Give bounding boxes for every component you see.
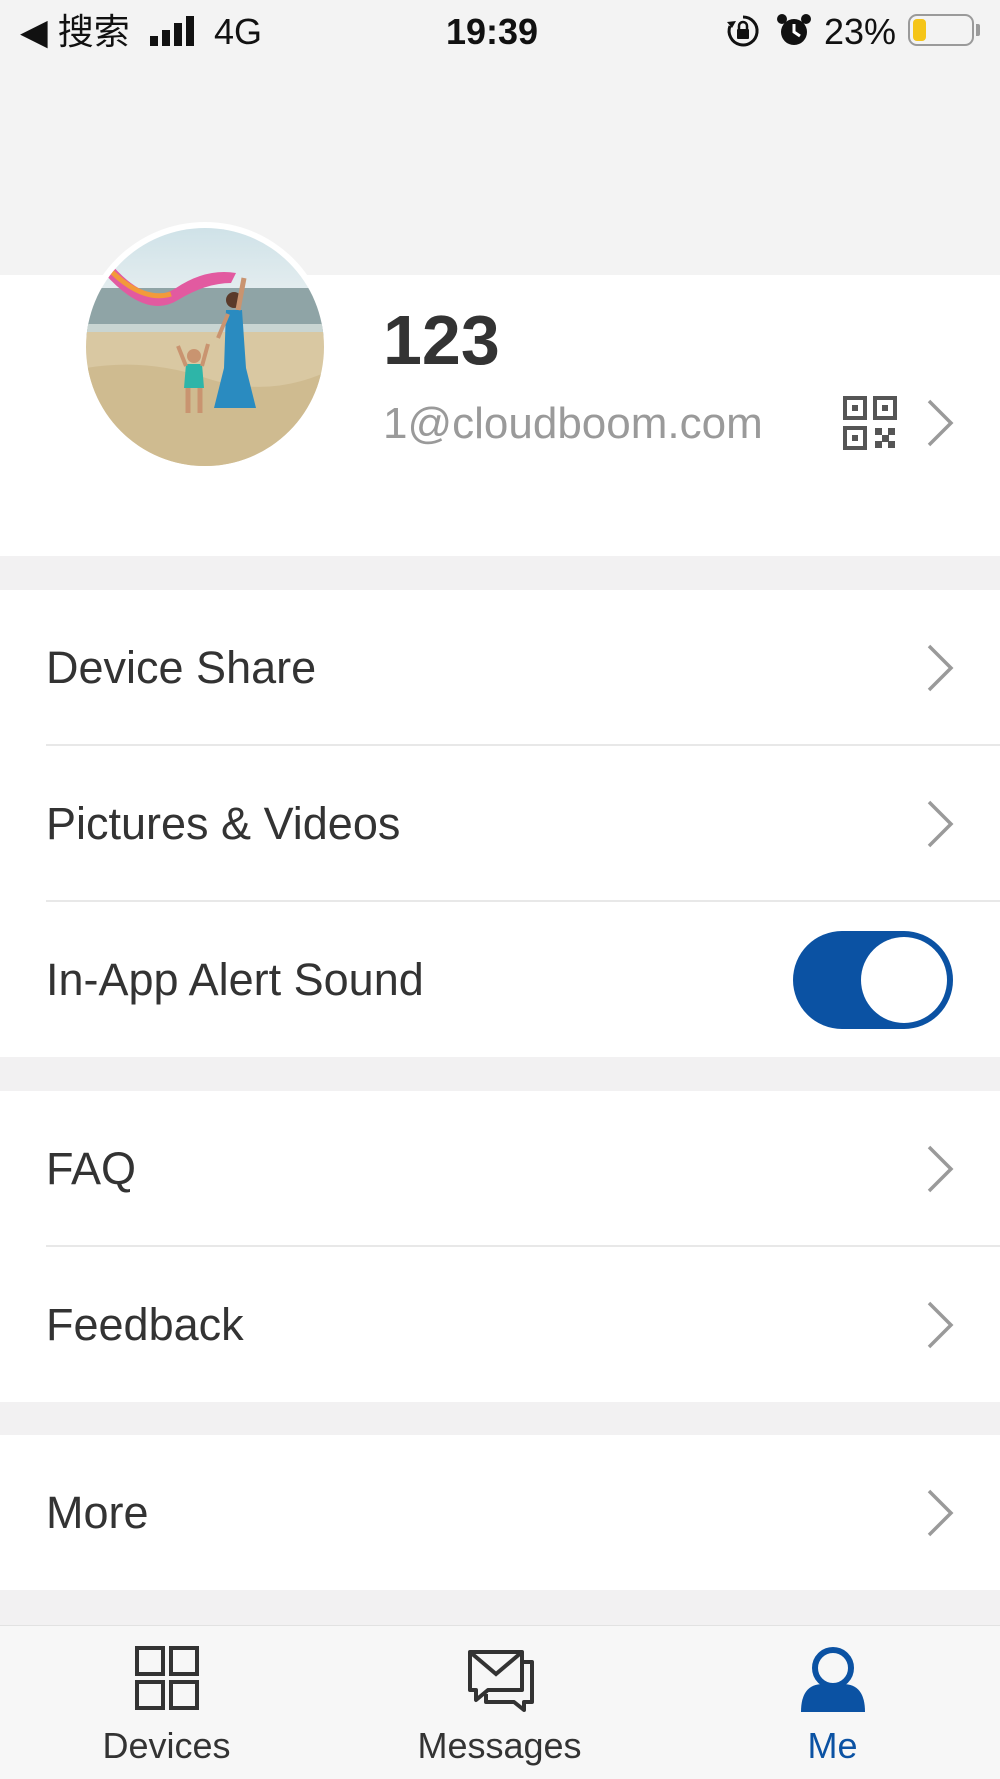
menu-item-feedback[interactable]: Feedback bbox=[0, 1247, 1000, 1403]
beach-photo bbox=[86, 228, 324, 466]
chevron-right-icon bbox=[927, 800, 954, 848]
qr-code-icon[interactable] bbox=[842, 395, 898, 451]
chevron-right-icon bbox=[927, 1489, 954, 1536]
chevron-right-icon bbox=[927, 1145, 954, 1193]
avatar[interactable] bbox=[86, 228, 324, 466]
toggle-knob bbox=[861, 937, 947, 1023]
menu-item-alert-sound: In-App Alert Sound bbox=[0, 902, 1000, 1058]
menu-item-pictures-videos[interactable]: Pictures & Videos bbox=[0, 746, 1000, 902]
menu-item-faq[interactable]: FAQ bbox=[0, 1091, 1000, 1247]
chevron-right-icon bbox=[927, 1301, 954, 1349]
battery-icon bbox=[908, 14, 974, 46]
network-type: 4G bbox=[214, 11, 263, 52]
person-icon bbox=[800, 1647, 865, 1712]
chevron-right-icon bbox=[927, 644, 954, 692]
menu-item-more[interactable]: More bbox=[0, 1435, 1000, 1590]
settings-section-2: FAQ Feedback bbox=[0, 1091, 1000, 1402]
more-label: More bbox=[46, 1486, 149, 1538]
tab-devices[interactable]: Devices bbox=[0, 1626, 333, 1779]
tab-messages-label: Messages bbox=[417, 1725, 582, 1766]
profile-chevron-right-icon[interactable] bbox=[925, 397, 955, 449]
tab-messages[interactable]: Messages bbox=[333, 1626, 666, 1779]
tab-devices-label: Devices bbox=[102, 1725, 231, 1766]
alarm-icon bbox=[777, 14, 811, 45]
settings-section-3: More bbox=[0, 1435, 1000, 1590]
signal-icon bbox=[150, 16, 194, 46]
menu-item-device-share[interactable]: Device Share bbox=[0, 590, 1000, 746]
status-bar: ◀ 搜索 4G 19:39 23% bbox=[0, 0, 1000, 70]
tab-me[interactable]: Me bbox=[666, 1626, 999, 1779]
battery-percent: 23% bbox=[824, 11, 897, 52]
pictures-videos-label: Pictures & Videos bbox=[46, 798, 401, 849]
battery-tip bbox=[976, 24, 980, 36]
alert-sound-label: In-App Alert Sound bbox=[46, 954, 424, 1005]
tab-me-label: Me bbox=[807, 1725, 858, 1766]
settings-section-1: Device Share Pictures & Videos In-App Al… bbox=[0, 590, 1000, 1057]
rotation-lock-icon bbox=[727, 15, 759, 47]
alert-sound-toggle[interactable] bbox=[793, 931, 953, 1029]
tab-bar: Devices Messages Me bbox=[0, 1625, 1000, 1779]
back-to-search[interactable]: ◀ 搜索 bbox=[20, 12, 130, 52]
user-email: 1@cloudboom.com bbox=[383, 399, 763, 448]
faq-label: FAQ bbox=[46, 1143, 137, 1194]
feedback-label: Feedback bbox=[46, 1299, 244, 1350]
messages-icon bbox=[467, 1650, 534, 1712]
device-share-label: Device Share bbox=[46, 642, 317, 693]
clock: 19:39 bbox=[446, 11, 539, 52]
username: 123 bbox=[383, 301, 500, 379]
grid-icon bbox=[134, 1646, 199, 1710]
